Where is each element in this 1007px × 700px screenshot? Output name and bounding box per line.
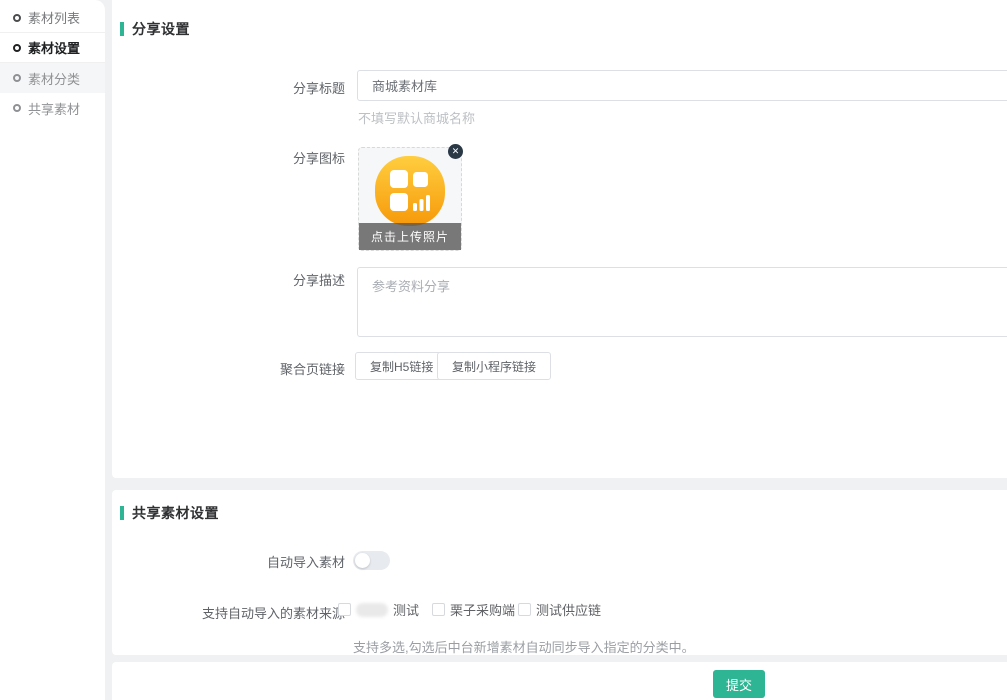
sidebar-item-shared-material[interactable]: 共享素材 (0, 93, 105, 123)
import-sources-hint: 支持多选,勾选后中台新增素材自动同步导入指定的分类中。 (353, 637, 695, 656)
aggregate-link-label: 聚合页链接 (280, 359, 345, 378)
share-title-label: 分享标题 (293, 78, 345, 97)
section-accent-bar (120, 506, 124, 520)
section-accent-bar (120, 22, 124, 36)
redacted-text (356, 603, 388, 617)
sidebar-item-label: 素材分类 (28, 69, 80, 88)
sidebar: 素材列表 素材设置 素材分类 共享素材 (0, 0, 105, 700)
share-settings-header: 分享设置 (120, 19, 190, 39)
section-title: 共享素材设置 (132, 503, 219, 523)
section-title: 分享设置 (132, 19, 190, 39)
share-title-hint: 不填写默认商城名称 (358, 108, 475, 127)
radio-circle-icon (13, 104, 21, 112)
source-checkbox-redacted-test[interactable]: 测试 (338, 600, 419, 619)
footer-bar (112, 662, 1007, 700)
share-icon-label: 分享图标 (293, 148, 345, 167)
checkbox-icon (338, 603, 351, 616)
radio-circle-icon (13, 74, 21, 82)
upload-overlay-label: 点击上传照片 (359, 223, 461, 250)
checkbox-label: 栗子采购端 (450, 600, 515, 619)
share-description-label: 分享描述 (293, 270, 345, 289)
checkbox-label: 测试供应链 (536, 600, 601, 619)
import-sources-label: 支持自动导入的素材来源 (202, 603, 345, 622)
sidebar-item-label: 共享素材 (28, 99, 80, 118)
checkbox-label: 测试 (393, 600, 419, 619)
share-description-textarea[interactable] (357, 267, 1007, 337)
source-checkbox-lizi-procurement[interactable]: 栗子采购端 (432, 600, 515, 619)
source-checkbox-test-supply-chain[interactable]: 测试供应链 (518, 600, 601, 619)
auto-import-toggle[interactable] (353, 551, 390, 570)
submit-button[interactable]: 提交 (713, 670, 765, 698)
share-title-input[interactable] (357, 70, 1007, 101)
sidebar-item-label: 素材设置 (28, 38, 80, 57)
auto-import-label: 自动导入素材 (267, 552, 345, 571)
checkbox-icon (518, 603, 531, 616)
radio-circle-icon (13, 14, 21, 22)
uploaded-app-icon (373, 154, 447, 228)
radio-circle-icon (13, 44, 21, 52)
sidebar-item-material-settings[interactable]: 素材设置 (0, 33, 105, 63)
copy-h5-link-button[interactable]: 复制H5链接 (355, 352, 448, 380)
page: 素材列表 素材设置 素材分类 共享素材 分享设置 分享标题 不填写默认商城名称 … (0, 0, 1007, 700)
remove-icon-button[interactable]: ✕ (448, 144, 463, 159)
shared-material-settings-header: 共享素材设置 (120, 503, 219, 523)
copy-miniprogram-link-button[interactable]: 复制小程序链接 (437, 352, 551, 380)
checkbox-icon (432, 603, 445, 616)
shared-material-settings-card (112, 490, 1007, 655)
share-icon-uploader[interactable]: 点击上传照片 ✕ (358, 147, 462, 251)
toggle-knob (355, 553, 370, 568)
sidebar-item-label: 素材列表 (28, 8, 80, 27)
sidebar-item-material-list[interactable]: 素材列表 (0, 3, 105, 33)
sidebar-item-material-category[interactable]: 素材分类 (0, 63, 105, 93)
